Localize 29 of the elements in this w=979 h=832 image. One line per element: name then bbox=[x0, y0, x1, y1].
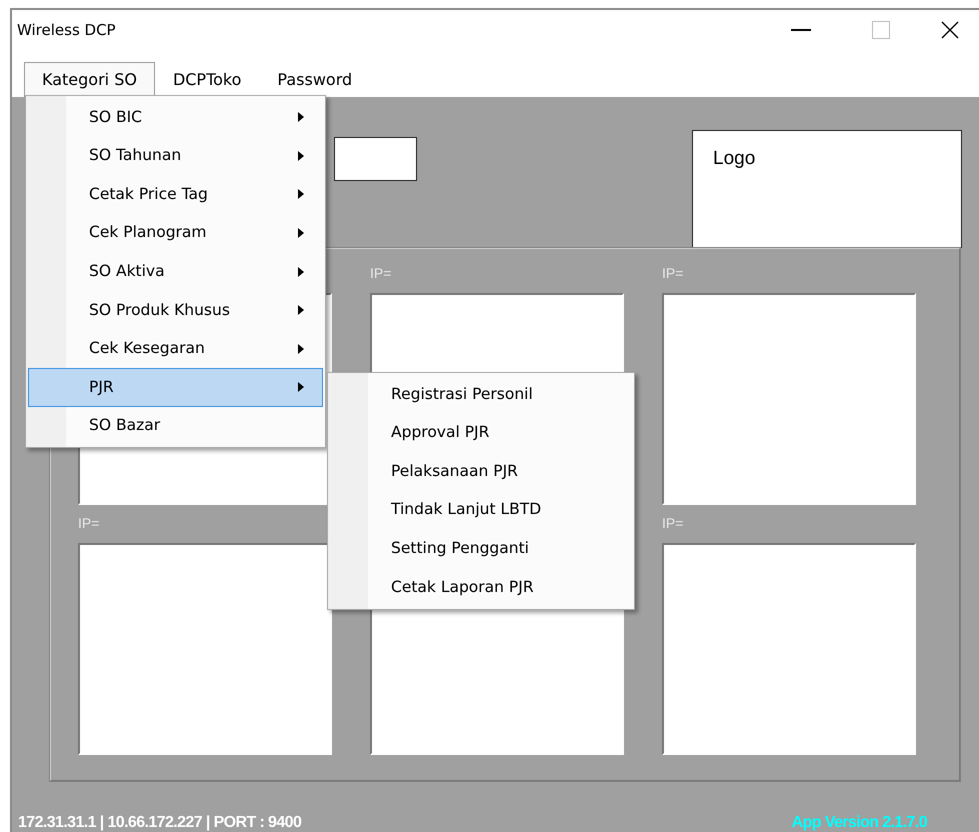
menu-item[interactable]: Approval PJR bbox=[330, 414, 632, 452]
menu-item[interactable]: Pelaksanaan PJR bbox=[330, 452, 632, 491]
menu-item[interactable]: SO Bazar bbox=[28, 406, 323, 446]
minimize-icon bbox=[791, 29, 811, 31]
close-icon bbox=[941, 21, 959, 39]
ip-label: IP= bbox=[662, 264, 684, 283]
menu-item[interactable]: SO Aktiva bbox=[28, 252, 323, 291]
menu-item[interactable]: Cek Kesegaran bbox=[28, 330, 323, 368]
menu-item[interactable]: Tindak Lanjut LBTD bbox=[330, 490, 632, 530]
ip-label: IP= bbox=[78, 514, 100, 533]
menu-item[interactable]: SO BIC bbox=[28, 98, 323, 137]
menu-item[interactable]: Cek Planogram bbox=[28, 214, 323, 252]
menu-item[interactable]: Setting Pengganti bbox=[330, 529, 632, 568]
menu-item[interactable]: PJR bbox=[28, 368, 323, 407]
menu-item[interactable]: Cetak Price Tag bbox=[28, 175, 323, 214]
menu-item[interactable]: DCPToko bbox=[154, 62, 260, 97]
maximize-icon bbox=[872, 21, 890, 39]
menu-item[interactable]: Password bbox=[259, 62, 370, 97]
menu-item[interactable]: SO Tahunan bbox=[28, 136, 323, 176]
connection-info: 172.31.31.1 | 10.66.172.227 | PORT : 9400 bbox=[18, 813, 302, 832]
ip-label: IP= bbox=[370, 264, 392, 283]
app-version: App Version 2.1.7.0 bbox=[792, 813, 927, 832]
ip-label: IP= bbox=[662, 514, 684, 533]
window-title: Wireless DCP bbox=[16, 20, 116, 41]
logo-label: Logo bbox=[713, 148, 756, 169]
menu-item[interactable]: SO Produk Khusus bbox=[28, 290, 323, 330]
menu-item[interactable]: Cetak Laporan PJR bbox=[330, 568, 632, 607]
menu-item[interactable]: Kategori SO bbox=[24, 62, 155, 97]
menu-item[interactable]: Registrasi Personil bbox=[330, 375, 632, 414]
